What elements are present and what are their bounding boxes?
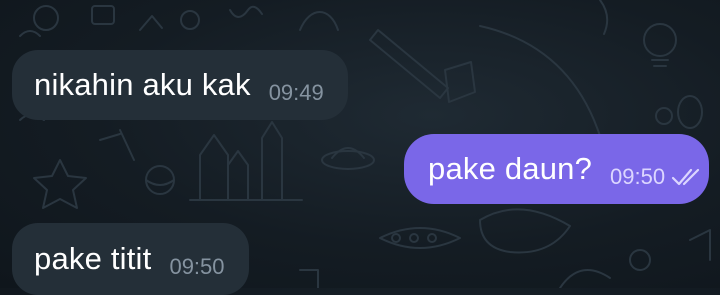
message-text: pake titit [34, 241, 152, 276]
message-bubble-incoming[interactable]: pake titit 09:50 [12, 223, 249, 295]
message-text: pake daun? [428, 151, 593, 186]
message-timestamp: 09:50 [169, 254, 225, 279]
message-timestamp: 09:49 [268, 80, 324, 105]
message-timestamp: 09:50 [610, 164, 666, 189]
double-check-icon [672, 168, 700, 186]
message-text: nikahin aku kak [34, 67, 251, 102]
message-bubble-outgoing[interactable]: pake daun? 09:50 [404, 134, 710, 204]
message-bubble-incoming[interactable]: nikahin aku kak 09:49 [12, 50, 348, 120]
